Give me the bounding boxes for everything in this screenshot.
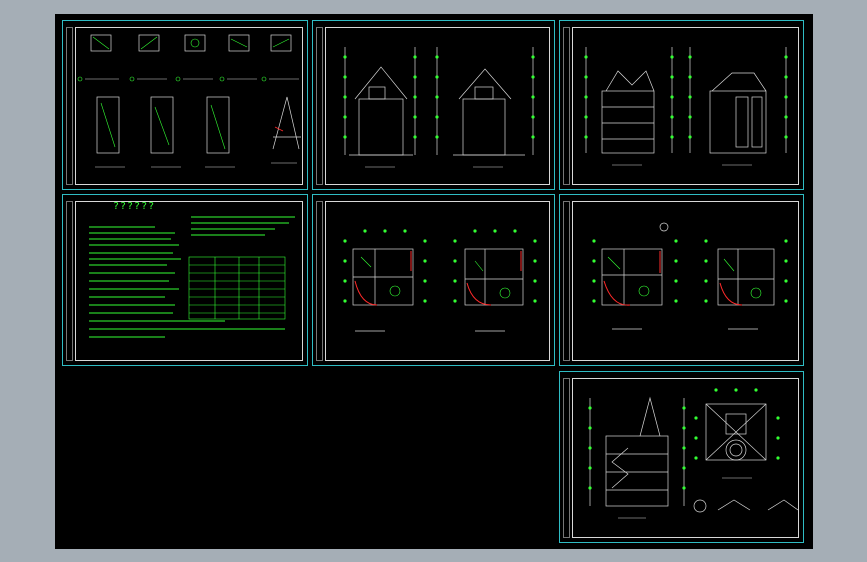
sheet-elevations-1[interactable] [312, 20, 555, 190]
notes-text-block [89, 216, 295, 338]
sheet-floor-plans-1[interactable] [312, 194, 555, 366]
floor-plan-drawings [343, 229, 537, 332]
floor-plan-drawings [592, 222, 788, 330]
sheet-floor-plans-2[interactable] [559, 194, 804, 366]
title-strip [563, 201, 570, 361]
sheet-section-roof[interactable] [559, 371, 804, 543]
sheet-design-notes[interactable]: ?????? [62, 194, 308, 366]
title-strip [316, 201, 323, 361]
cad-model-space[interactable]: ?????? [55, 14, 813, 549]
title-strip [316, 27, 323, 185]
title-strip [66, 201, 73, 361]
detail-drawings [77, 34, 301, 168]
elevation-drawings [343, 47, 535, 168]
sheet-elevations-2[interactable] [559, 20, 804, 190]
sheet-details[interactable] [62, 20, 308, 190]
section-roof-drawings [588, 388, 799, 519]
title-strip [563, 378, 570, 538]
title-strip [563, 27, 570, 185]
title-strip [66, 27, 73, 185]
elevation-drawings [584, 47, 788, 166]
